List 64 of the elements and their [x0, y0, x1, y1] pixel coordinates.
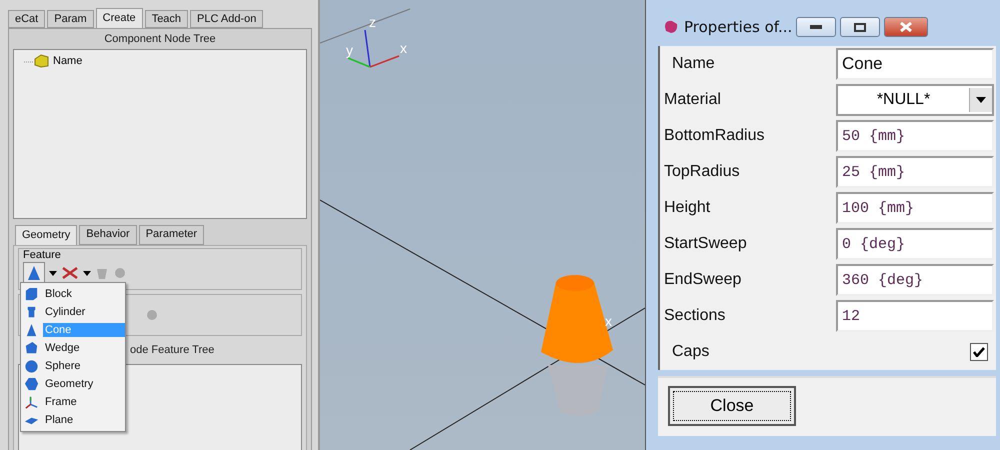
minimize-button[interactable]: [796, 17, 836, 37]
maximize-icon: [854, 22, 866, 32]
tab[interactable]: Parameter: [138, 225, 204, 245]
value-field[interactable]: 50 {mm}: [836, 120, 994, 152]
wedge-icon: [24, 340, 39, 356]
menu-item[interactable]: Sphere: [43, 359, 125, 373]
axes-icon: [24, 394, 39, 410]
menu-item[interactable]: Block: [43, 287, 125, 301]
value-field[interactable]: 100 {mm}: [836, 192, 994, 224]
block-icon: [24, 286, 39, 302]
property-label: StartSweep: [664, 235, 748, 253]
property-label: BottomRadius: [664, 127, 766, 145]
polyhedron-icon: [24, 376, 39, 392]
axis-label: x: [400, 40, 407, 56]
value-field[interactable]: Cone: [836, 48, 994, 80]
axis-triad-drawing: [348, 30, 400, 68]
menu-item[interactable]: Frame: [43, 395, 125, 409]
cone-icon: [27, 265, 41, 281]
value-field[interactable]: 12: [836, 300, 994, 332]
value-field[interactable]: 360 {deg}: [836, 264, 994, 296]
property-label: EndSweep: [664, 271, 742, 289]
axis-label: y: [346, 42, 353, 58]
maximize-button[interactable]: [840, 17, 880, 37]
value-field[interactable]: 0 {deg}: [836, 228, 994, 260]
value-field[interactable]: 25 {mm}: [836, 156, 994, 188]
panel-header: Component Node Tree: [103, 32, 217, 47]
close-button[interactable]: Close: [668, 386, 796, 426]
window-close-button[interactable]: [884, 17, 928, 37]
menu-item[interactable]: Wedge: [43, 341, 125, 355]
material-select[interactable]: *NULL*: [836, 84, 994, 116]
property-label: Material: [664, 91, 722, 109]
caret-icon[interactable]: [83, 270, 91, 276]
tab[interactable]: Param: [47, 10, 94, 28]
cross-icon[interactable]: [61, 266, 79, 280]
sphere-icon: [24, 358, 39, 374]
menu-item[interactable]: Geometry: [43, 377, 125, 391]
tree-item[interactable]: Name: [53, 55, 82, 67]
tab[interactable]: Teach: [144, 10, 188, 28]
property-label: TopRadius: [664, 163, 741, 181]
axis-label: x: [605, 313, 612, 329]
checkbox[interactable]: [970, 343, 988, 361]
tab[interactable]: eCat: [8, 10, 46, 28]
caret-icon[interactable]: [49, 270, 57, 276]
menu-item[interactable]: Plane: [43, 413, 125, 427]
property-label: Name: [671, 55, 716, 73]
cone-tool-button[interactable]: [23, 262, 45, 284]
tab[interactable]: Geometry: [15, 225, 78, 245]
cone-icon: [24, 322, 39, 338]
component-icon: [24, 54, 50, 68]
tab[interactable]: Behavior: [79, 225, 137, 245]
property-label: Height: [664, 199, 712, 217]
minimize-icon: [810, 25, 822, 29]
property-label: Caps: [671, 343, 710, 361]
close-icon: [900, 22, 912, 32]
group-title: Feature: [23, 249, 62, 261]
property-label: Sections: [664, 307, 726, 325]
tab[interactable]: PLC Add-on: [190, 10, 264, 28]
tab[interactable]: Create: [96, 8, 143, 28]
caret-icon[interactable]: [976, 97, 986, 103]
window-title: Properties of...: [684, 18, 792, 36]
cone-shadow: [548, 365, 608, 416]
menu-item[interactable]: Cylinder: [43, 305, 125, 319]
app-logo-icon: [662, 18, 680, 36]
panel-header: ode Feature Tree: [130, 344, 214, 356]
